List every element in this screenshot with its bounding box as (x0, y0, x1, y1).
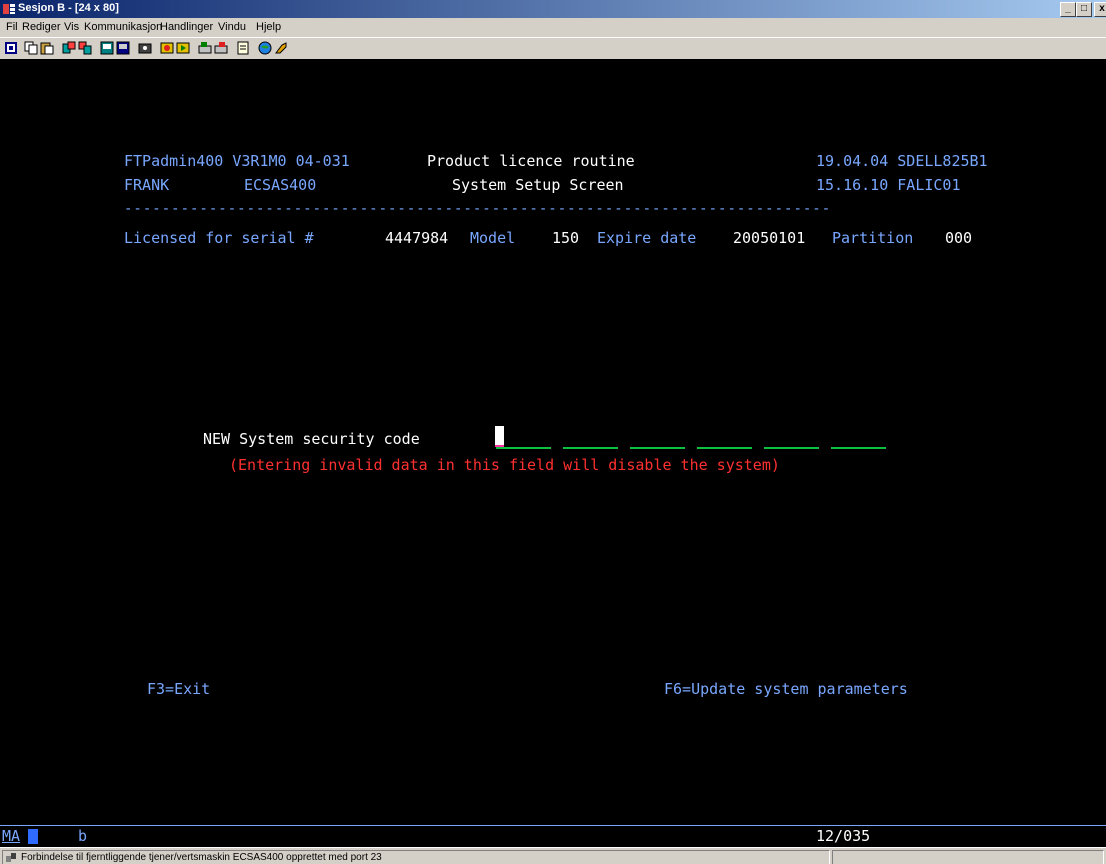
minimize-button[interactable]: _ (1060, 2, 1076, 17)
title-bar[interactable]: Sesjon B - [24 x 80] _ □ x (0, 0, 1106, 18)
toolbar (0, 37, 1106, 60)
divider-line: ----------------------------------------… (124, 201, 832, 217)
status-message: Forbindelse til fjerntliggende tjener/ve… (21, 852, 382, 863)
serial-value: 4447984 (385, 229, 449, 247)
emulator-window: Sesjon B - [24 x 80] _ □ x Fil Rediger V… (0, 0, 1106, 864)
security-code-field-6[interactable] (831, 427, 886, 449)
connection-icon (6, 853, 16, 862)
routine-title: Product licence routine (427, 152, 635, 170)
security-code-field-4[interactable] (697, 427, 752, 449)
notes-icon[interactable] (236, 41, 250, 55)
menu-window[interactable]: Vindu (218, 21, 246, 33)
program-version: FTPadmin400 V3R1M0 04-031 (124, 152, 350, 170)
copy-icon[interactable] (24, 41, 38, 55)
text-cursor (495, 426, 504, 445)
expire-value: 20050101 (733, 229, 806, 247)
security-code-field-5[interactable] (764, 427, 819, 449)
f6-update-key[interactable]: F6=Update system parameters (664, 680, 908, 698)
play-icon[interactable] (176, 41, 190, 55)
terminal-screen[interactable]: FTPadmin400 V3R1M0 04-031 Product licenc… (0, 59, 1106, 825)
model-value: 150 (552, 229, 580, 247)
partition-label: Partition (832, 229, 914, 247)
expire-label: Expire date (597, 229, 697, 247)
record-icon[interactable] (160, 41, 174, 55)
operator-info-area: MA b 12/035 (0, 825, 1106, 847)
status-message-pane: Forbindelse til fjerntliggende tjener/ve… (2, 850, 830, 864)
ma-indicator: MA (2, 827, 21, 845)
maximize-button[interactable]: □ (1076, 2, 1092, 17)
menu-file[interactable]: Fil (6, 21, 18, 33)
display-icon[interactable] (4, 41, 18, 55)
menu-help[interactable]: Hjelp (256, 21, 281, 33)
status-bar: Forbindelse til fjerntliggende tjener/ve… (0, 847, 1106, 864)
input-indicator: b (78, 827, 88, 845)
key-icon[interactable] (274, 41, 288, 55)
send-icon[interactable] (62, 41, 76, 55)
menu-edit[interactable]: Rediger (22, 21, 61, 33)
security-code-field-3[interactable] (630, 427, 685, 449)
globe-icon[interactable] (258, 41, 272, 55)
screen-icon[interactable] (100, 41, 114, 55)
security-code-field-1[interactable] (496, 427, 551, 449)
warning-message: (Entering invalid data in this field wil… (229, 456, 780, 474)
cursor-position: 12/035 (816, 827, 871, 845)
time-program: 15.16.10 FALIC01 (816, 176, 961, 194)
menu-communication[interactable]: Kommunikasjon (84, 21, 162, 33)
security-code-fields (496, 427, 896, 449)
window-title: Sesjon B - [24 x 80] (18, 2, 119, 14)
macro-icon[interactable] (138, 41, 152, 55)
menu-view[interactable]: Vis (64, 21, 79, 33)
security-code-field-2[interactable] (563, 427, 618, 449)
menu-actions[interactable]: Handlinger (160, 21, 213, 33)
user-name: FRANK (124, 176, 170, 194)
receive-icon[interactable] (78, 41, 92, 55)
serial-label: Licensed for serial # (124, 229, 314, 247)
keyboard-icon[interactable] (198, 41, 212, 55)
cursor-underline (495, 445, 504, 447)
f3-exit-key[interactable]: F3=Exit (147, 680, 210, 698)
keypad-icon[interactable] (214, 41, 228, 55)
paste-icon[interactable] (40, 41, 54, 55)
system-name: ECSAS400 (244, 176, 317, 194)
app-icon[interactable] (2, 2, 16, 16)
model-label: Model (470, 229, 516, 247)
keyboard-status-indicator (28, 829, 38, 844)
screen2-icon[interactable] (116, 41, 130, 55)
partition-value: 000 (945, 229, 973, 247)
screen-title: System Setup Screen (452, 176, 624, 194)
status-secondary-pane (832, 850, 1104, 864)
date-system: 19.04.04 SDELL825B1 (816, 152, 988, 170)
security-code-label: NEW System security code (203, 430, 420, 448)
menu-bar: Fil Rediger Vis Kommunikasjon Handlinger… (0, 18, 1106, 37)
close-button[interactable]: x (1094, 2, 1106, 17)
